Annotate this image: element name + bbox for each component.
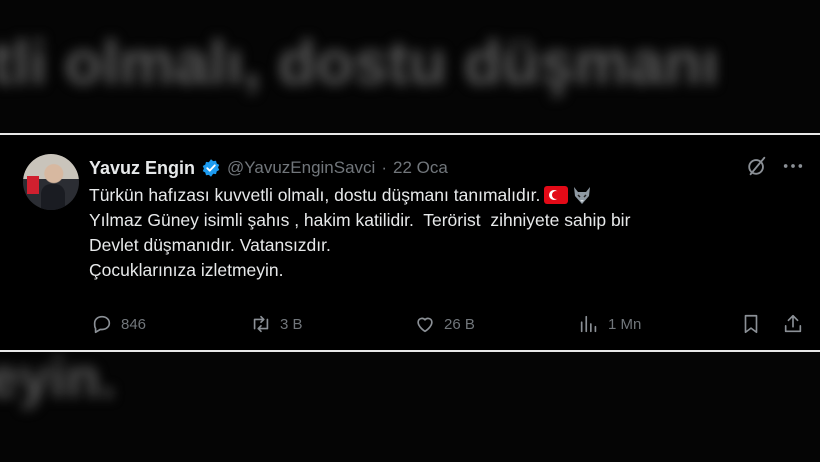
avatar-flag-detail (27, 176, 39, 194)
reply-icon (93, 315, 111, 334)
separator-dot: · (381, 158, 387, 177)
background-blurred-text-top: ... (0, 0, 820, 18)
tweet-line-1: Türkün hafızası kuvvetli olmalı, dostu d… (89, 183, 789, 208)
views-button[interactable]: 1 Mn (578, 309, 641, 339)
wolf-icon (574, 187, 591, 204)
retweet-button[interactable]: 3 B (250, 309, 303, 339)
reply-count: 846 (121, 315, 147, 333)
retweet-icon (253, 315, 269, 333)
tweet-header: Yavuz Engin @YavuzEnginSavci · 22 Oca (89, 155, 448, 181)
background-blurred-text-bottom: eyin. (0, 346, 116, 409)
grok-icon[interactable] (746, 155, 768, 177)
tweet-line-2: Yılmaz Güney isimli şahıs , hakim katili… (89, 210, 631, 230)
share-icon (784, 314, 802, 333)
retweet-count: 3 B (280, 315, 303, 333)
like-button[interactable]: 26 B (414, 309, 475, 339)
tweet-date[interactable]: 22 Oca (393, 158, 448, 178)
turkey-flag-icon (544, 186, 569, 204)
like-count: 26 B (444, 315, 475, 333)
bookmark-button[interactable] (740, 309, 762, 339)
views-chart-icon (580, 315, 597, 333)
background-blurred-text: tli olmalı, dostu düşmanı (0, 29, 719, 98)
tweet-text: Türkün hafızası kuvvetli olmalı, dostu d… (89, 183, 789, 283)
more-options-icon[interactable] (782, 157, 804, 175)
views-count: 1 Mn (608, 315, 642, 333)
author-name[interactable]: Yavuz Engin (89, 158, 195, 179)
tweet-line-4: Çocuklarınıza izletmeyin. (89, 260, 284, 280)
bookmark-icon (744, 314, 758, 334)
share-button[interactable] (782, 309, 804, 339)
tweet-card[interactable]: Yavuz Engin @YavuzEnginSavci · 22 Oca Tü… (0, 133, 820, 352)
avatar-person-detail (41, 184, 65, 210)
tweet-actions: 846 3 B 26 B 1 Mn (0, 309, 820, 339)
tweet-line-3: Devlet düşmanıdır. Vatansızdır. (89, 235, 331, 255)
reply-button[interactable]: 846 (91, 309, 146, 339)
author-handle[interactable]: @YavuzEnginSavci (227, 158, 375, 178)
verified-badge-icon (202, 159, 220, 177)
avatar[interactable] (23, 154, 79, 210)
heart-icon (417, 317, 433, 333)
